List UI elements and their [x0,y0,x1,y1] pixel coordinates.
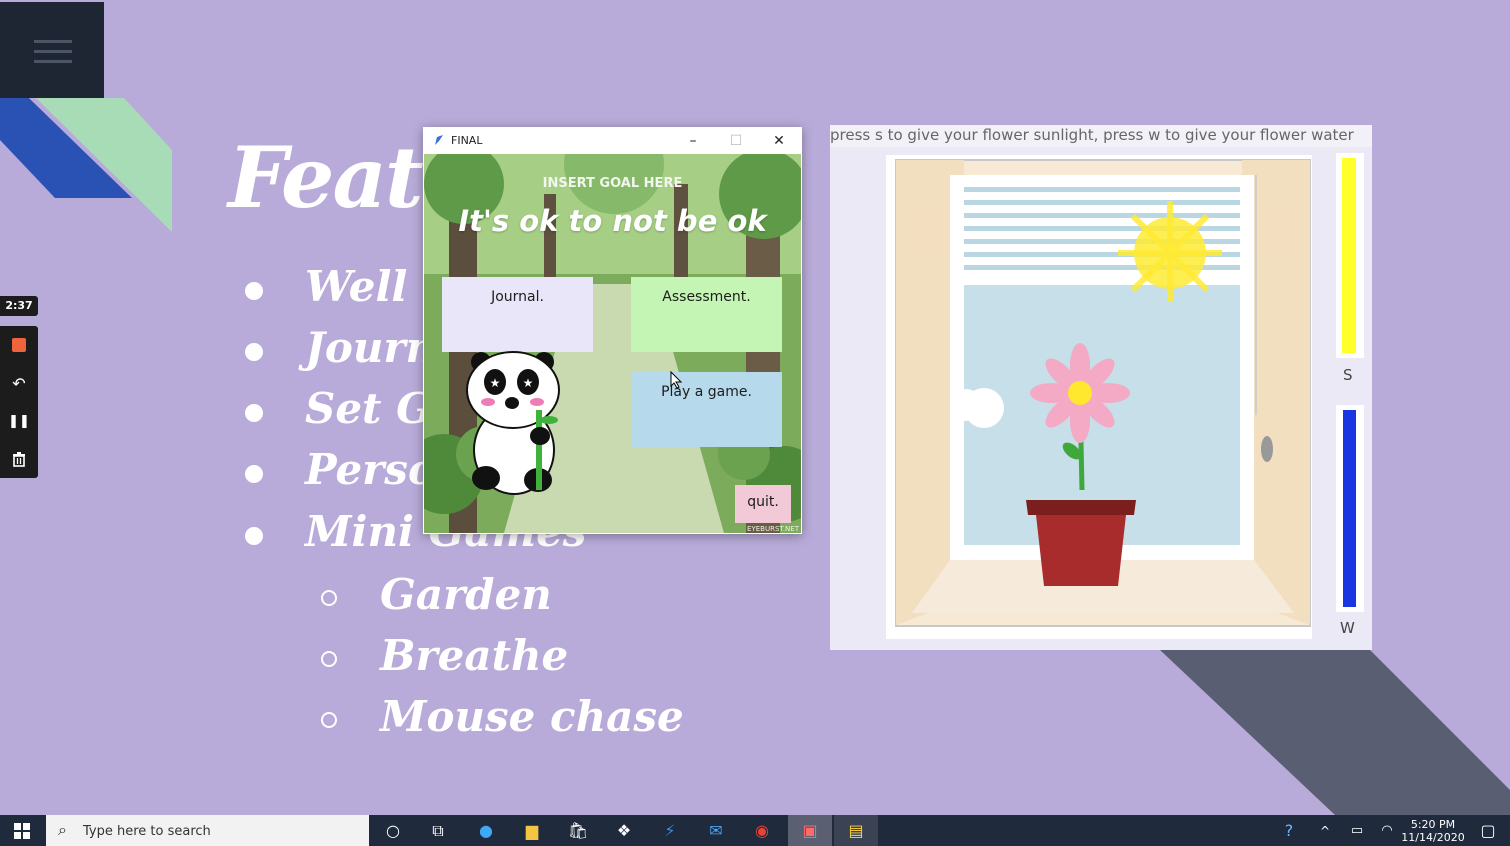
taskbar-search-box[interactable]: ⌕ Type here to search [46,815,369,846]
window-scene [886,155,1312,639]
garden-instructions: press s to give your flower sunlight, pr… [830,125,1372,147]
ide-icon: ⚡ [664,821,676,840]
garden-game-window: press s to give your flower sunlight, pr… [830,125,1372,650]
delete-button[interactable] [0,440,38,478]
water-meter-label: W [1340,619,1355,637]
python-icon: ▤ [848,821,864,840]
cortana-button[interactable]: ○ [371,815,415,846]
recording-timer: 2:37 [0,296,38,316]
app-canvas: INSERT GOAL HERE It's ok to not be ok Jo… [424,154,801,533]
mail-button[interactable]: ✉ [694,815,738,846]
mail-icon: ✉ [709,821,723,840]
battery-button[interactable]: ▭ [1340,815,1374,846]
stop-icon [12,338,26,352]
edge-button[interactable]: ● [464,815,508,846]
help-icon: ? [1284,821,1294,840]
water-meter [1336,405,1364,612]
window-titlebar[interactable]: FINAL – ☐ ✕ [423,127,802,154]
slide-menu-button[interactable] [0,2,104,98]
undo-button[interactable]: ↶ [0,364,38,402]
folder-icon: ▆ [525,821,539,840]
ide-button[interactable]: ⚡ [648,815,692,846]
cortana-icon: ○ [386,821,400,840]
sub-bullet-item: Mouse chase [380,692,684,741]
start-button[interactable] [0,815,44,846]
search-icon: ⌕ [58,820,67,839]
chrome-button[interactable]: ◉ [740,815,784,846]
dropbox-icon: ❖ [616,821,632,840]
quit-button[interactable]: quit. [735,485,791,523]
store-button[interactable]: 🛍 [556,815,600,846]
windows-logo-icon [14,822,30,839]
close-button[interactable]: ✕ [759,129,799,153]
clock-time: 5:20 PM [1410,818,1456,831]
trash-icon [13,452,25,467]
assessment-button[interactable]: Assessment. [631,277,782,352]
file-explorer-button[interactable]: ▆ [510,815,554,846]
notifications-button[interactable]: ▢ [1466,815,1510,846]
svg-text:★: ★ [523,376,534,390]
background-credit: EYEBURST.NET [747,525,799,533]
slide-dark-stripe [1160,650,1510,815]
bullet-dot [245,282,263,300]
bullet-dot [245,465,263,483]
active-app-button[interactable]: ▣ [788,815,832,846]
sub-bullet-ring [321,712,337,728]
task-view-icon: ⧉ [432,820,444,840]
app-icon: ▣ [802,821,818,840]
show-hidden-icons-button[interactable]: ^ [1308,815,1342,846]
menu-icon [34,40,72,43]
bullet-dot [245,404,263,422]
taskbar-clock[interactable]: 5:20 PM 11/14/2020 [1398,818,1468,844]
play-game-button[interactable]: Play a game. [631,372,782,447]
svg-text:★: ★ [490,376,501,390]
pause-button[interactable]: ❚❚ [0,402,38,440]
mouse-cursor-icon [670,371,682,389]
sub-bullet-item: Garden [380,570,552,619]
sub-bullet-item: Breathe [380,631,569,680]
pause-icon: ❚❚ [8,413,30,429]
maximize-button[interactable]: ☐ [716,129,756,153]
task-view-button[interactable]: ⧉ [416,815,460,846]
windows-taskbar: ⌕ Type here to search ○ ⧉ ● ▆ 🛍 ❖ ⚡ ✉ ◉ … [0,815,1510,846]
bullet-dot [245,527,263,545]
python-app-button[interactable]: ▤ [834,815,878,846]
sunlight-meter [1336,153,1364,358]
final-app-window: FINAL – ☐ ✕ INSERT GOAL HERE It's ok to … [423,127,802,534]
journal-button[interactable]: Journal. [442,277,593,352]
notification-icon: ▢ [1480,821,1496,840]
bullet-dot [245,343,263,361]
dropbox-button[interactable]: ❖ [602,815,646,846]
undo-icon: ↶ [12,373,26,393]
minimize-button[interactable]: – [673,129,713,153]
edge-icon: ● [479,821,493,840]
search-placeholder: Type here to search [83,824,211,839]
battery-icon: ▭ [1350,823,1364,838]
sunlight-meter-label: S [1343,366,1353,384]
window-title: FINAL [451,134,483,147]
affirmation-text: It's ok to not be ok [458,204,767,238]
clock-date: 11/14/2020 [1401,831,1465,844]
chevron-up-icon: ^ [1319,823,1331,838]
sub-bullet-ring [321,651,337,667]
sun-icon [1118,201,1222,301]
wifi-icon: ◠ [1381,823,1393,838]
feather-icon [435,135,443,145]
help-button[interactable]: ? [1272,815,1306,846]
panda-mascot: ★ ★ [466,351,560,495]
goal-text[interactable]: INSERT GOAL HERE [424,176,801,191]
sub-bullet-ring [321,590,337,606]
stop-recording-button[interactable] [0,326,38,364]
chrome-icon: ◉ [755,821,769,840]
store-icon: 🛍 [567,821,589,840]
